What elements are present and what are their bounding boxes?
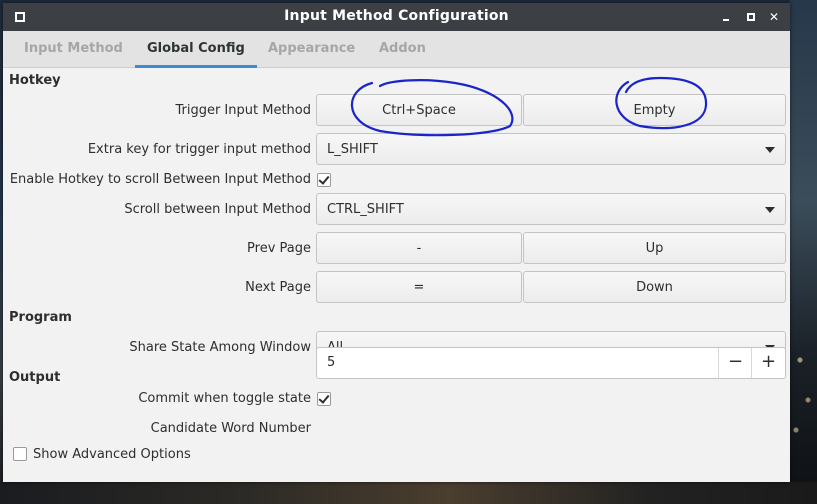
scroll-between-combo[interactable]: CTRL_SHIFT [316,193,786,225]
section-output-title: Output [9,370,61,385]
config-window: Input Method Configuration ✕ Input Metho… [3,3,790,482]
maximize-icon[interactable] [743,9,759,25]
close-icon[interactable]: ✕ [766,9,782,25]
show-advanced-checkbox[interactable] [13,447,27,461]
trigger-key-secondary-button[interactable]: Empty [523,94,786,126]
trigger-input-method-label: Trigger Input Method [175,103,311,118]
decrement-button[interactable]: − [718,348,752,378]
extra-key-label: Extra key for trigger input method [87,142,311,157]
desktop-background-bottom [0,482,817,504]
title-bar: Input Method Configuration ✕ [3,3,790,31]
enable-scroll-label: Enable Hotkey to scroll Between Input Me… [9,172,311,187]
section-program-title: Program [9,310,72,325]
tab-global-config[interactable]: Global Config [135,31,257,68]
commit-toggle-label: Commit when toggle state [138,391,311,406]
increment-button[interactable]: + [751,348,785,378]
trigger-key-primary-button[interactable]: Ctrl+Space [316,94,522,126]
tab-addon[interactable]: Addon [379,31,426,67]
tab-appearance[interactable]: Appearance [268,31,355,67]
extra-key-combo[interactable]: L_SHIFT [316,133,786,165]
prev-page-primary-button[interactable]: - [316,232,522,264]
prev-page-secondary-button[interactable]: Up [523,232,786,264]
window-title: Input Method Configuration [284,8,509,24]
dropdown-arrow-icon [765,147,775,153]
scroll-between-label: Scroll between Input Method [124,202,311,217]
section-hotkey-title: Hotkey [9,73,61,88]
desktop-background [790,0,817,504]
next-page-label: Next Page [245,280,311,295]
tab-input-method[interactable]: Input Method [24,31,123,67]
tab-bar: Input Method Global Config Appearance Ad… [3,31,790,68]
next-page-primary-button[interactable]: = [316,271,522,303]
show-advanced-label[interactable]: Show Advanced Options [33,447,191,462]
candidate-word-number-label: Candidate Word Number [150,421,311,436]
share-state-label: Share State Among Window [129,340,311,355]
candidate-word-number-spinner[interactable]: 5 − + [316,347,786,379]
minimize-icon[interactable] [718,9,734,25]
enable-scroll-checkbox[interactable] [317,173,331,187]
next-page-secondary-button[interactable]: Down [523,271,786,303]
scroll-between-value: CTRL_SHIFT [327,202,404,217]
dropdown-arrow-icon [765,207,775,213]
prev-page-label: Prev Page [247,241,311,256]
candidate-word-number-value[interactable]: 5 [327,348,335,378]
commit-toggle-checkbox[interactable] [317,392,331,406]
extra-key-value: L_SHIFT [327,142,378,157]
